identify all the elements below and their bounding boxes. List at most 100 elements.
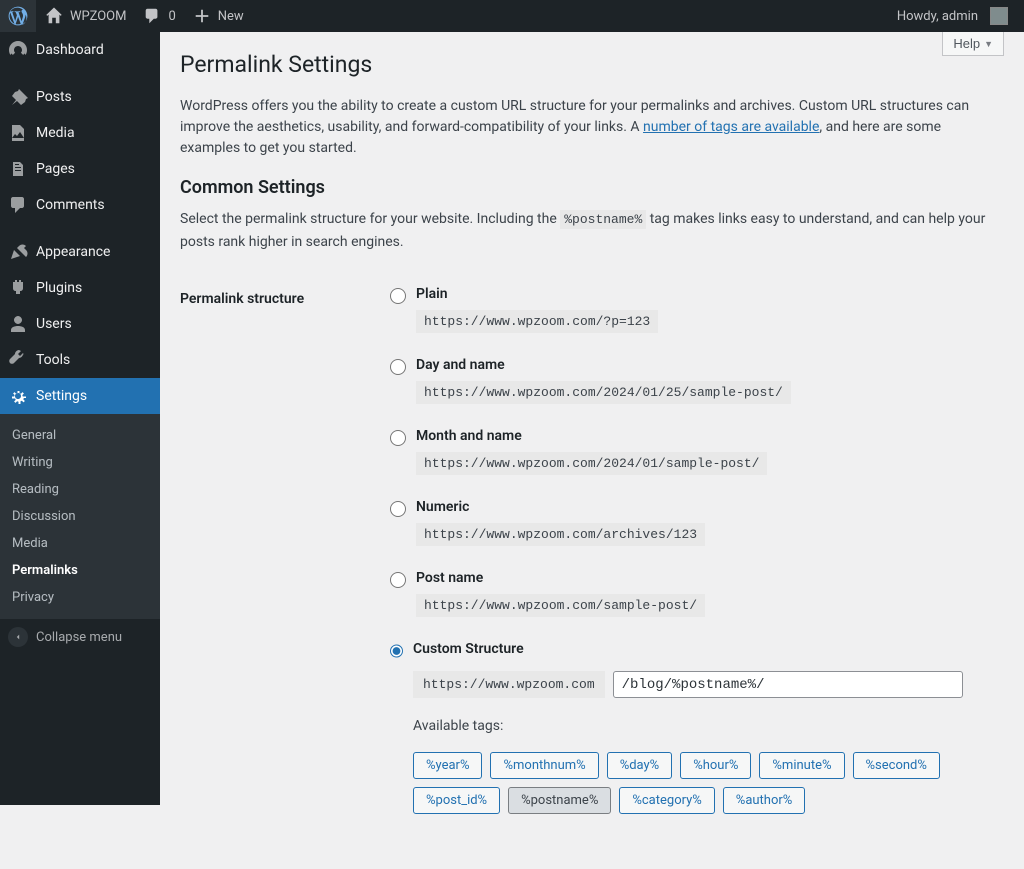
tag-hour[interactable]: %hour% [680, 752, 751, 779]
option-month-name[interactable]: Month and name https://www.wpzoom.com/20… [390, 428, 994, 475]
account-link[interactable]: Howdy, admin [889, 0, 1016, 32]
sidebar-item-label: Users [36, 316, 72, 332]
appearance-icon [8, 242, 28, 262]
sub-item-permalinks[interactable]: Permalinks [0, 557, 160, 584]
sidebar-item-settings[interactable]: Settings [0, 378, 160, 414]
sidebar-item-plugins[interactable]: Plugins [0, 270, 160, 306]
sub-item-discussion[interactable]: Discussion [0, 503, 160, 530]
tool-icon [8, 350, 28, 370]
chevron-down-icon: ▼ [984, 39, 993, 49]
radio-day-name[interactable] [390, 359, 406, 375]
help-label: Help [953, 36, 980, 51]
sidebar-item-comments[interactable]: Comments [0, 187, 160, 223]
pin-icon [8, 87, 28, 107]
common-settings-heading: Common Settings [180, 177, 1004, 198]
avatar [990, 7, 1008, 25]
option-example: https://www.wpzoom.com/2024/01/sample-po… [416, 452, 767, 475]
intro-paragraph: WordPress offers you the ability to crea… [180, 96, 1000, 159]
sidebar-item-label: Plugins [36, 280, 82, 296]
sidebar-item-label: Settings [36, 388, 87, 404]
home-icon [44, 6, 64, 26]
option-label: Month and name [416, 428, 767, 444]
howdy-text: Howdy, admin [897, 9, 978, 24]
tag-minute[interactable]: %minute% [759, 752, 844, 779]
radio-custom[interactable] [390, 643, 403, 659]
comment-count: 0 [168, 9, 175, 24]
option-day-name[interactable]: Day and name https://www.wpzoom.com/2024… [390, 357, 994, 404]
help-toggle[interactable]: Help ▼ [942, 32, 1004, 56]
sidebar-item-dashboard[interactable]: Dashboard [0, 32, 160, 68]
admin-bar: WPZOOM 0 New Howdy, admin [0, 0, 1024, 32]
sub-item-privacy[interactable]: Privacy [0, 584, 160, 611]
tag-monthnum[interactable]: %monthnum% [490, 752, 598, 779]
sub-item-writing[interactable]: Writing [0, 449, 160, 476]
tag-day[interactable]: %day% [607, 752, 673, 779]
plugin-icon [8, 278, 28, 298]
comments-link[interactable]: 0 [134, 0, 183, 32]
custom-url-prefix: https://www.wpzoom.com [413, 671, 605, 698]
tag-year[interactable]: %year% [413, 752, 482, 779]
tag-second[interactable]: %second% [853, 752, 940, 779]
collapse-menu[interactable]: Collapse menu [0, 619, 160, 655]
option-custom: Custom Structure https://www.wpzoom.com … [390, 641, 994, 814]
option-label: Post name [416, 570, 705, 586]
sidebar-item-media[interactable]: Media [0, 115, 160, 151]
option-label: Day and name [416, 357, 791, 373]
sidebar-item-label: Pages [36, 161, 75, 177]
tag-author[interactable]: %author% [723, 787, 806, 814]
option-example: https://www.wpzoom.com/?p=123 [416, 310, 658, 333]
option-example: https://www.wpzoom.com/2024/01/25/sample… [416, 381, 791, 404]
new-label: New [218, 9, 244, 24]
comment-icon [142, 6, 162, 26]
wp-logo[interactable] [0, 0, 36, 32]
sidebar-item-label: Media [36, 125, 75, 141]
pages-icon [8, 159, 28, 179]
sidebar-item-users[interactable]: Users [0, 306, 160, 342]
option-label: Custom Structure [413, 641, 994, 657]
sidebar-item-pages[interactable]: Pages [0, 151, 160, 187]
tag-category[interactable]: %category% [619, 787, 714, 814]
option-label: Plain [416, 286, 658, 302]
sidebar-item-posts[interactable]: Posts [0, 79, 160, 115]
option-label: Numeric [416, 499, 705, 515]
user-icon [8, 314, 28, 334]
sidebar-item-appearance[interactable]: Appearance [0, 234, 160, 270]
media-icon [8, 123, 28, 143]
wordpress-icon [8, 6, 28, 26]
option-plain[interactable]: Plain https://www.wpzoom.com/?p=123 [390, 286, 994, 333]
settings-submenu: General Writing Reading Discussion Media… [0, 414, 160, 619]
collapse-label: Collapse menu [36, 630, 122, 645]
option-example: https://www.wpzoom.com/sample-post/ [416, 594, 705, 617]
sidebar-item-label: Comments [36, 197, 105, 213]
site-name-link[interactable]: WPZOOM [36, 0, 134, 32]
postname-tag-code: %postname% [560, 210, 646, 229]
sub-item-general[interactable]: General [0, 422, 160, 449]
permalink-structure-options: Plain https://www.wpzoom.com/?p=123 Day … [390, 286, 994, 814]
custom-structure-input[interactable] [613, 671, 963, 698]
option-post-name[interactable]: Post name https://www.wpzoom.com/sample-… [390, 570, 994, 617]
dashboard-icon [8, 40, 28, 60]
radio-post-name[interactable] [390, 572, 406, 588]
radio-month-name[interactable] [390, 430, 406, 446]
sidebar-item-label: Posts [36, 89, 72, 105]
tag-postname[interactable]: %postname% [508, 787, 611, 814]
tag-post-id[interactable]: %post_id% [413, 787, 500, 814]
page-title: Permalink Settings [180, 42, 1004, 82]
new-content-link[interactable]: New [184, 0, 252, 32]
radio-numeric[interactable] [390, 501, 406, 517]
sub-item-media[interactable]: Media [0, 530, 160, 557]
sidebar-item-label: Appearance [36, 244, 110, 260]
permalink-structure-label: Permalink structure [180, 271, 380, 829]
sidebar-item-label: Tools [36, 352, 70, 368]
radio-plain[interactable] [390, 288, 406, 304]
settings-icon [8, 386, 28, 406]
site-name: WPZOOM [70, 9, 126, 24]
sub-item-reading[interactable]: Reading [0, 476, 160, 503]
sidebar-item-label: Dashboard [36, 42, 104, 58]
common-settings-desc: Select the permalink structure for your … [180, 208, 1000, 253]
tags-doc-link[interactable]: number of tags are available [643, 119, 819, 135]
option-numeric[interactable]: Numeric https://www.wpzoom.com/archives/… [390, 499, 994, 546]
sidebar-item-tools[interactable]: Tools [0, 342, 160, 378]
plus-icon [192, 6, 212, 26]
available-tags-label: Available tags: [413, 718, 994, 734]
